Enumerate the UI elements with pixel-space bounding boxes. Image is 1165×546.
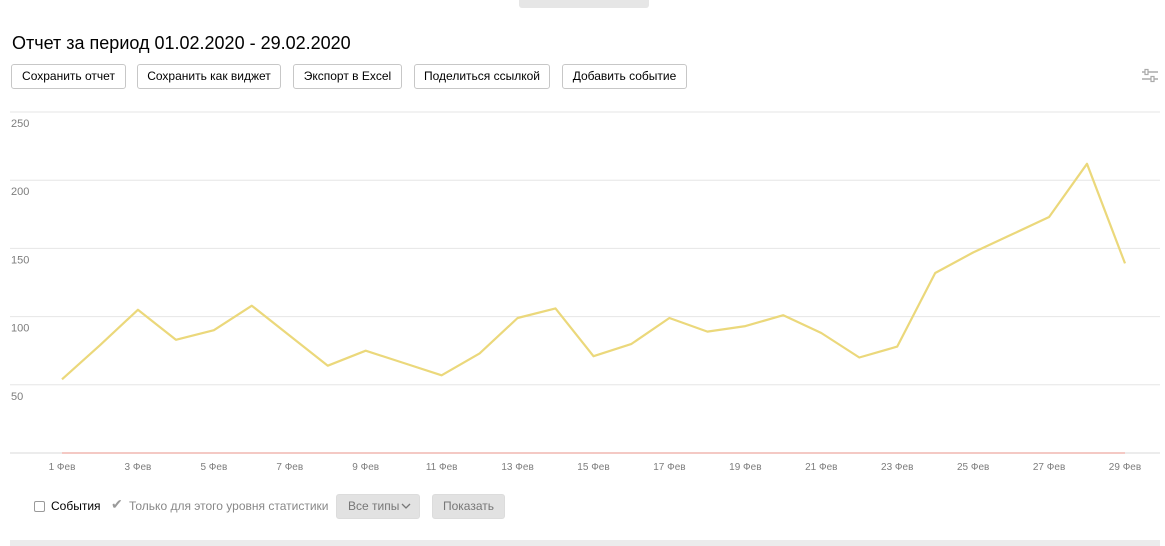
x-tick-label: 11 Фев: [426, 462, 458, 473]
x-tick-label: 9 Фев: [352, 462, 379, 473]
top-tab[interactable]: [519, 0, 649, 8]
types-select-value: Все типы: [348, 499, 400, 513]
x-tick-label: 5 Фев: [200, 462, 227, 473]
y-tick-label: 100: [11, 323, 29, 335]
x-tick-label: 23 Фев: [881, 462, 913, 473]
x-tick-label: 1 Фев: [49, 462, 76, 473]
y-tick-label: 50: [11, 391, 23, 403]
events-checkbox[interactable]: [34, 501, 45, 512]
level-only-checkbox-label: Только для этого уровня статистики: [129, 499, 329, 513]
x-tick-label: 7 Фев: [276, 462, 303, 473]
y-tick-label: 150: [11, 254, 29, 266]
chart-controls: События ✔ Только для этого уровня статис…: [0, 492, 1165, 522]
events-checkbox-label: События: [51, 499, 101, 513]
save-report-button[interactable]: Сохранить отчет: [11, 64, 126, 89]
y-tick-label: 250: [11, 118, 29, 130]
x-tick-label: 19 Фев: [729, 462, 761, 473]
add-event-button[interactable]: Добавить событие: [562, 64, 687, 89]
chevron-down-icon: [401, 495, 411, 526]
page-title: Отчет за период 01.02.2020 - 29.02.2020: [12, 33, 351, 53]
line-chart: 50 100 150 200 250 1 Фев 3 Фев 5 Фев 7 Фев 9 Фев 1…: [10, 111, 1160, 473]
sliders-icon[interactable]: [1141, 68, 1159, 84]
y-tick-label: 200: [11, 186, 29, 198]
x-tick-label: 3 Фев: [125, 462, 152, 473]
export-excel-button[interactable]: Экспорт в Excel: [293, 64, 402, 89]
x-tick-label: 29 Фев: [1109, 462, 1141, 473]
x-tick-label: 15 Фев: [577, 462, 609, 473]
x-tick-label: 13 Фев: [501, 462, 533, 473]
x-tick-label: 27 Фев: [1033, 462, 1065, 473]
footer-band: [10, 540, 1160, 546]
x-tick-label: 17 Фев: [653, 462, 685, 473]
series-line-1: [61, 162, 1127, 381]
check-icon[interactable]: ✔: [111, 496, 123, 513]
save-widget-button[interactable]: Сохранить как виджет: [137, 64, 281, 89]
x-tick-label: 21 Фев: [805, 462, 837, 473]
types-select[interactable]: Все типы: [336, 494, 420, 519]
share-link-button[interactable]: Поделиться ссылкой: [414, 64, 550, 89]
x-tick-label: 25 Фев: [957, 462, 989, 473]
show-button[interactable]: Показать: [432, 494, 505, 519]
